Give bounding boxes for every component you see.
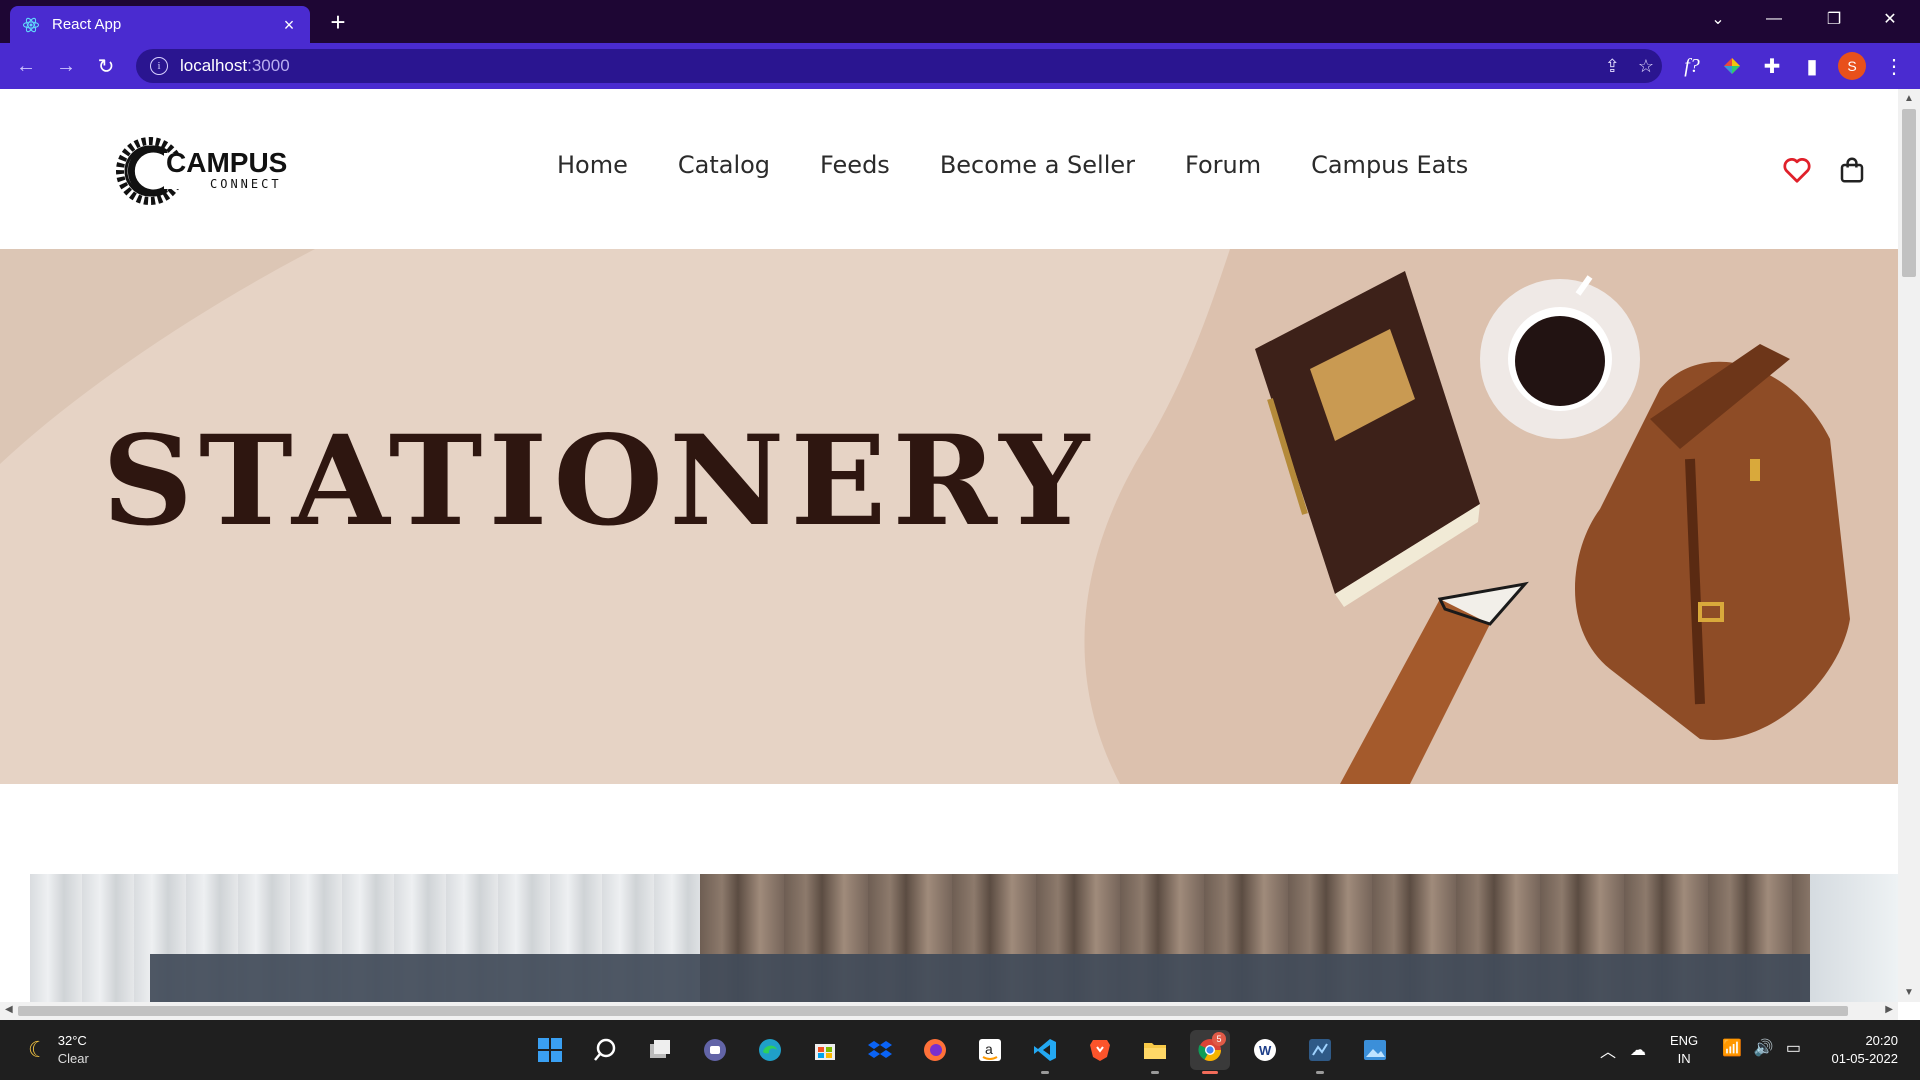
campus-connect-logo[interactable]: CAMPUS CONNECT xyxy=(116,121,287,219)
edge-browser-icon[interactable] xyxy=(750,1030,790,1070)
volume-icon: 🔊 xyxy=(1753,1040,1774,1057)
language-indicator[interactable]: ENG IN xyxy=(1670,1032,1698,1068)
weather-widget[interactable]: ☾ 32°C Clear xyxy=(28,1032,89,1068)
weather-condition: Clear xyxy=(57,1051,89,1066)
react-icon xyxy=(22,16,40,34)
scroll-up-arrow-icon[interactable]: ▲ xyxy=(1904,93,1914,104)
section-overlay-panel xyxy=(150,954,1810,1002)
clock-time: 20:20 xyxy=(1865,1033,1898,1048)
address-bar[interactable]: i localhost:3000 ⇪ ☆ xyxy=(136,49,1662,83)
url-host: localhost xyxy=(180,56,248,75)
tab-close-icon[interactable]: × xyxy=(280,16,298,34)
main-nav: Home Catalog Feeds Become a Seller Forum… xyxy=(557,151,1468,179)
forward-arrow-icon[interactable]: → xyxy=(52,52,80,80)
nav-catalog[interactable]: Catalog xyxy=(678,151,770,179)
nav-campus-eats[interactable]: Campus Eats xyxy=(1311,151,1468,179)
share-icon[interactable]: ⇪ xyxy=(1605,56,1620,77)
moon-icon: ☾ xyxy=(28,1037,48,1062)
task-view-icon[interactable] xyxy=(640,1030,680,1070)
word-app-icon[interactable]: W xyxy=(1245,1030,1285,1070)
font-extension-icon[interactable]: f? xyxy=(1678,52,1706,80)
site-header: CAMPUS CONNECT Home Catalog Feeds Become… xyxy=(0,89,1898,249)
windows-taskbar: ☾ 32°C Clear a 5 W ︿ ☁ ENG IN 📶 🔊 ▭ 20:2… xyxy=(0,1020,1920,1080)
lang-code: ENG xyxy=(1670,1033,1699,1048)
minimize-button[interactable]: — xyxy=(1754,0,1794,38)
reload-icon[interactable]: ↻ xyxy=(92,52,120,80)
chrome-notification-badge: 5 xyxy=(1212,1032,1226,1046)
onedrive-cloud-icon[interactable]: ☁ xyxy=(1630,1040,1646,1060)
featured-section xyxy=(30,874,1898,1002)
horizontal-scrollbar[interactable]: ◀ ▶ xyxy=(0,1002,1898,1020)
clock[interactable]: 20:20 01-05-2022 xyxy=(1818,1032,1899,1068)
browser-tab-bar: React App × + ⌄ — ❐ ✕ xyxy=(0,0,1920,43)
hero-banner[interactable]: STATIONERY xyxy=(0,249,1898,784)
tab-title: React App xyxy=(52,16,122,33)
side-panel-icon[interactable]: ▮ xyxy=(1798,52,1826,80)
system-tray: ︿ ☁ xyxy=(1600,1038,1646,1062)
back-arrow-icon[interactable]: ← xyxy=(12,52,40,80)
scroll-down-arrow-icon[interactable]: ▼ xyxy=(1904,987,1914,998)
logo-main-text: CAMPUS xyxy=(166,147,288,178)
lang-region: IN xyxy=(1677,1051,1691,1066)
brave-icon[interactable] xyxy=(1080,1030,1120,1070)
url-port: :3000 xyxy=(247,56,290,75)
microsoft-store-icon[interactable] xyxy=(805,1030,845,1070)
scroll-right-arrow-icon[interactable]: ▶ xyxy=(1885,1004,1893,1015)
hero-title: STATIONERY xyxy=(102,408,1096,554)
scroll-left-arrow-icon[interactable]: ◀ xyxy=(5,1004,13,1015)
profile-avatar[interactable]: S xyxy=(1838,52,1866,80)
nav-home[interactable]: Home xyxy=(557,151,628,179)
weather-temp: 32°C xyxy=(57,1033,87,1048)
battery-icon: ▭ xyxy=(1785,1040,1801,1057)
new-tab-button[interactable]: + xyxy=(324,8,352,36)
shopping-bag-icon[interactable] xyxy=(1837,155,1867,185)
wifi-icon: 📶 xyxy=(1722,1040,1742,1057)
color-extension-icon[interactable] xyxy=(1718,52,1746,80)
page-viewport: CAMPUS CONNECT Home Catalog Feeds Become… xyxy=(0,89,1898,1002)
clock-date: 01-05-2022 xyxy=(1831,1051,1899,1066)
photos-icon[interactable] xyxy=(1355,1030,1395,1070)
quick-settings[interactable]: 📶 🔊 ▭ xyxy=(1722,1038,1801,1058)
extensions-puzzle-icon[interactable]: ✚ xyxy=(1758,52,1786,80)
svg-text:W: W xyxy=(1259,1043,1272,1058)
vertical-scroll-thumb[interactable] xyxy=(1902,109,1916,277)
menu-kebab-icon[interactable]: ⋮ xyxy=(1880,52,1908,80)
file-explorer-icon[interactable] xyxy=(1135,1030,1175,1074)
nav-become-a-seller[interactable]: Become a Seller xyxy=(940,151,1135,179)
vertical-scrollbar[interactable]: ▲ ▼ xyxy=(1898,89,1920,1002)
browser-toolbar: ← → ↻ i localhost:3000 ⇪ ☆ f? ✚ ▮ S ⋮ xyxy=(0,43,1920,89)
dev-tool-icon[interactable] xyxy=(1300,1030,1340,1074)
curtain-image-edge xyxy=(1810,874,1898,1002)
svg-text:a: a xyxy=(985,1041,993,1057)
restore-button[interactable]: ❐ xyxy=(1814,0,1854,38)
nav-forum[interactable]: Forum xyxy=(1185,151,1261,179)
browser-tab[interactable]: React App × xyxy=(10,6,310,43)
bookmark-star-icon[interactable]: ☆ xyxy=(1638,56,1654,77)
tab-search-chevron-icon[interactable]: ⌄ xyxy=(1698,0,1738,38)
horizontal-scroll-thumb[interactable] xyxy=(18,1006,1848,1016)
close-window-button[interactable]: ✕ xyxy=(1870,0,1910,38)
dropbox-icon[interactable] xyxy=(860,1030,900,1070)
teams-chat-icon[interactable] xyxy=(695,1030,735,1070)
logo-sub-text: CONNECT xyxy=(210,177,282,191)
vscode-icon[interactable] xyxy=(1025,1030,1065,1074)
search-icon[interactable] xyxy=(585,1030,625,1070)
heart-icon[interactable] xyxy=(1782,155,1812,185)
firefox-icon[interactable] xyxy=(915,1030,955,1070)
show-hidden-icons-chevron-icon[interactable]: ︿ xyxy=(1600,1038,1616,1062)
chrome-icon[interactable]: 5 xyxy=(1190,1030,1230,1074)
taskbar-apps: a 5 W xyxy=(530,1030,1395,1074)
start-windows-icon[interactable] xyxy=(530,1030,570,1070)
site-info-icon[interactable]: i xyxy=(150,57,168,75)
amazon-icon[interactable]: a xyxy=(970,1030,1010,1070)
nav-feeds[interactable]: Feeds xyxy=(820,151,890,179)
